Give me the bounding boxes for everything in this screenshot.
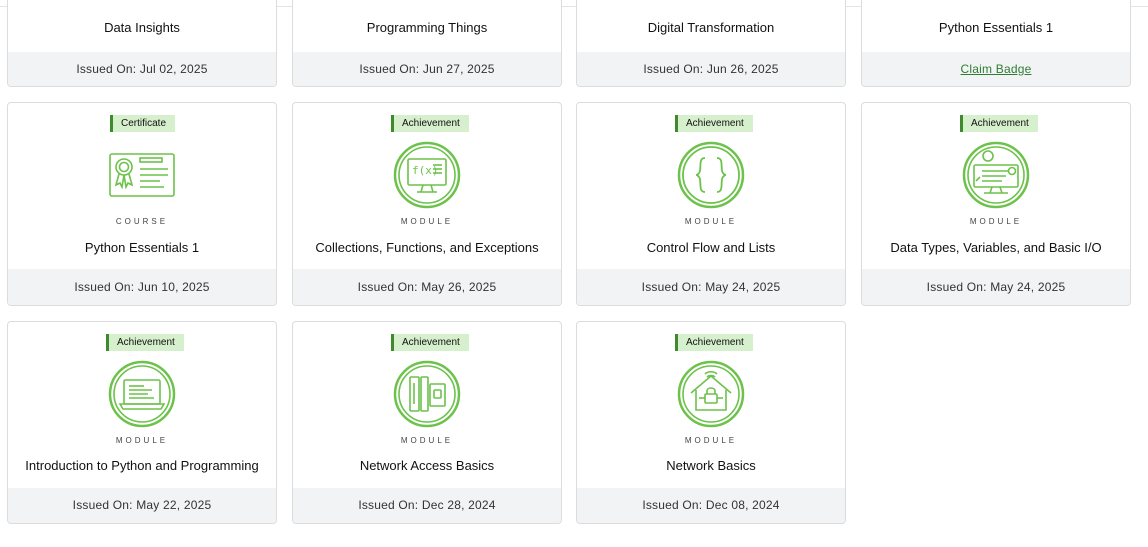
issued-date: Issued On: Dec 08, 2024 xyxy=(577,488,845,523)
badge-card[interactable]: Certificate COURSE Python Essentials 1 I… xyxy=(7,102,277,306)
laptop-code-icon xyxy=(108,360,176,428)
smart-home-icon xyxy=(677,360,745,428)
badge-card-data-insights[interactable]: Data Insights Issued On: Jul 02, 2025 xyxy=(7,0,277,87)
svg-text:f(x): f(x) xyxy=(412,164,439,177)
card-title: Programming Things xyxy=(366,20,488,35)
type-label: MODULE xyxy=(400,217,454,226)
curly-braces-icon xyxy=(677,141,745,209)
claim-badge-link[interactable]: Claim Badge xyxy=(961,62,1032,76)
card-title: Collections, Functions, and Exceptions xyxy=(315,240,539,255)
issued-date: Issued On: May 22, 2025 xyxy=(8,488,276,523)
data-monitor-icon xyxy=(962,141,1030,209)
type-label: MODULE xyxy=(969,217,1023,226)
badge-card[interactable]: Achievement MODULE Introduction to Pytho… xyxy=(7,321,277,524)
type-label: MODULE xyxy=(400,436,454,445)
issued-date: Issued On: May 24, 2025 xyxy=(577,269,845,305)
type-label: MODULE xyxy=(115,436,169,445)
issued-date: Issued On: Dec 28, 2024 xyxy=(293,488,561,523)
achievement-tag: Achievement xyxy=(106,334,184,351)
card-title: Data Insights xyxy=(104,20,180,35)
card-title: Python Essentials 1 xyxy=(84,240,200,255)
badge-card-digital-transformation[interactable]: Digital Transformation Issued On: Jun 26… xyxy=(576,0,846,87)
server-rack-icon xyxy=(393,360,461,428)
card-title: Network Basics xyxy=(666,458,756,473)
issued-date: Issued On: May 26, 2025 xyxy=(293,269,561,305)
card-title: Control Flow and Lists xyxy=(646,240,776,255)
card-title: Network Access Basics xyxy=(359,458,495,473)
type-label: MODULE xyxy=(684,436,738,445)
badge-card-programming-things[interactable]: Programming Things Issued On: Jun 27, 20… xyxy=(292,0,562,87)
badge-card-python-essentials-claim[interactable]: Python Essentials 1 Claim Badge xyxy=(861,0,1131,87)
badge-card[interactable]: Achievement MODULE Data Types, Variables… xyxy=(861,102,1131,306)
card-title: Digital Transformation xyxy=(647,20,775,35)
achievement-tag: Achievement xyxy=(960,115,1038,132)
claim-footer: Claim Badge xyxy=(862,52,1130,86)
type-label: MODULE xyxy=(684,217,738,226)
card-title: Introduction to Python and Programming xyxy=(25,458,259,473)
achievement-tag: Achievement xyxy=(675,115,753,132)
achievement-tag: Achievement xyxy=(391,334,469,351)
card-title: Python Essentials 1 xyxy=(938,20,1054,35)
achievement-tag: Achievement xyxy=(675,334,753,351)
function-monitor-icon: f(x) xyxy=(393,141,461,209)
type-label: COURSE xyxy=(115,217,169,226)
badge-card[interactable]: Achievement f(x) MODULE Collections, Fun… xyxy=(292,102,562,306)
issued-date: Issued On: Jul 02, 2025 xyxy=(8,52,276,86)
badge-card[interactable]: Achievement MODULE Network Access Basics… xyxy=(292,321,562,524)
certificate-tag: Certificate xyxy=(110,115,176,132)
issued-date: Issued On: Jun 26, 2025 xyxy=(577,52,845,86)
badge-card[interactable]: Achievement MODULE Control Flow and List… xyxy=(576,102,846,306)
issued-date: Issued On: May 24, 2025 xyxy=(862,269,1130,305)
certificate-icon xyxy=(108,141,176,209)
achievement-tag: Achievement xyxy=(391,115,469,132)
issued-date: Issued On: Jun 10, 2025 xyxy=(8,269,276,305)
card-title: Data Types, Variables, and Basic I/O xyxy=(890,240,1102,255)
badge-card[interactable]: Achievement MODULE Network Basics Issued… xyxy=(576,321,846,524)
issued-date: Issued On: Jun 27, 2025 xyxy=(293,52,561,86)
